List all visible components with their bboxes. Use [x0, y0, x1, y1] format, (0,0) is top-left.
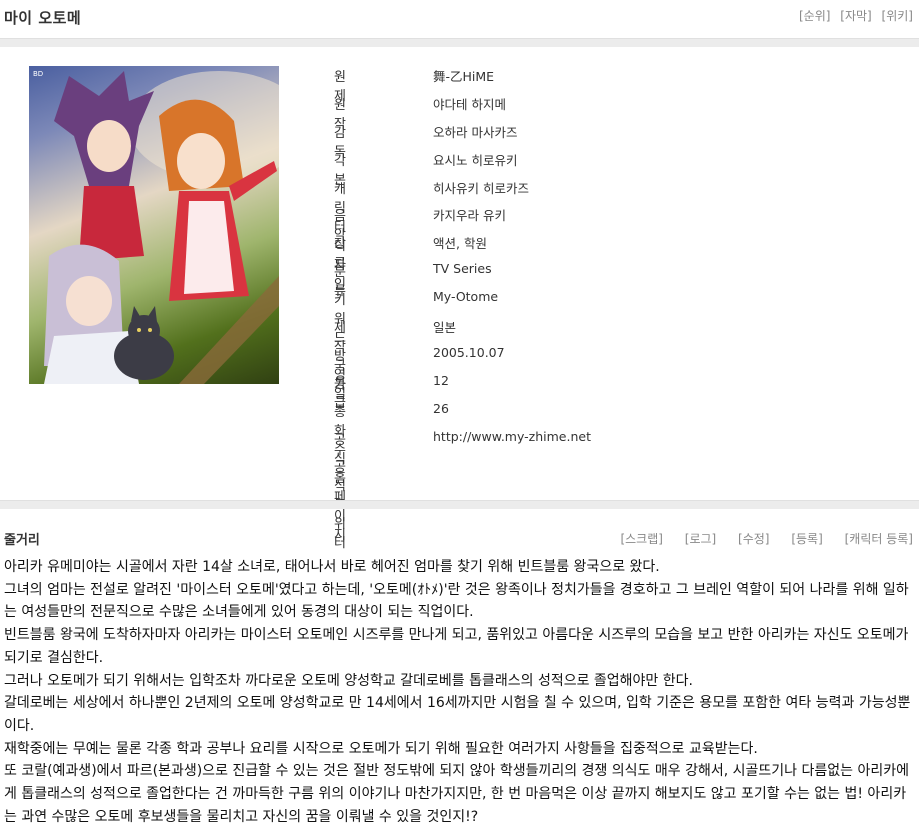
section-divider [0, 500, 919, 509]
info-value: 26 [433, 400, 449, 416]
synopsis-paragraph: 그녀의 엄마는 전설로 알려진 '마이스터 오토메'였다고 하는데, '오토메(… [4, 581, 909, 621]
section-divider [0, 38, 919, 47]
info-value: 카지우라 유키 [433, 208, 506, 224]
info-value: TV Series [433, 261, 492, 277]
synopsis-paragraph: 갈데로베는 세상에서 하나뿐인 2년제의 오토메 양성학교로 만 14세에서 1… [4, 695, 911, 734]
info-value: My-Otome [433, 289, 499, 305]
scrap-link[interactable]: [스크랩] [620, 532, 662, 546]
synopsis-paragraph: 아리카 유메미야는 시골에서 자란 14살 소녀로, 태어나서 바로 헤어진 엄… [4, 559, 660, 575]
character-register-link[interactable]: [캐릭터 등록] [845, 532, 913, 546]
info-value: 일본 [433, 320, 457, 336]
info-value[interactable]: http://www.my-zhime.net [433, 429, 591, 444]
synopsis-paragraph: 재학중에는 무예는 물론 각종 학과 공부나 요리를 시작으로 오토메가 되기 … [4, 740, 758, 757]
info-value: 12 [433, 372, 449, 388]
wiki-link[interactable]: [위키] [882, 9, 913, 23]
top-bar: 마이 오토메 [순위] [자막] [위키] [0, 0, 919, 38]
info-value: 야다테 하지메 [433, 96, 506, 112]
synopsis-links: [스크랩] [로그] [수정] [등록] [캐릭터 등록] [602, 530, 913, 547]
info-value: 舞-乙HiME [433, 69, 495, 84]
synopsis-paragraph: 또 코랄(예과생)에서 파르(본과생)으로 진급할 수 있는 것은 절반 정도밖… [4, 763, 909, 825]
top-links: [순위] [자막] [위키] [793, 7, 913, 24]
page-title: 마이 오토메 [4, 9, 82, 27]
log-link[interactable]: [로그] [685, 532, 716, 546]
poster-image: BD [29, 66, 279, 384]
ranking-link[interactable]: [순위] [799, 9, 830, 23]
bluray-mark: BD [33, 70, 44, 78]
subtitle-link[interactable]: [자막] [840, 9, 871, 23]
info-value: 액션, 학원 [433, 236, 487, 252]
info-value: 히사유키 히로카즈 [433, 180, 529, 196]
synopsis-paragraph: 그러나 오토메가 되기 위해서는 입학조차 까다로운 오토메 양성학교 갈데로베… [4, 672, 693, 689]
synopsis-heading: 줄거리 [4, 533, 40, 548]
synopsis-paragraph: 빈트블룸 왕국에 도착하자마자 아리카는 마이스터 오토메인 시즈루를 만나게 … [4, 627, 909, 666]
synopsis-text: 아리카 유메미야는 시골에서 자란 14살 소녀로, 태어나서 바로 헤어진 엄… [4, 556, 916, 828]
info-value: 2005.10.07 [433, 344, 505, 360]
register-link[interactable]: [등록] [791, 532, 822, 546]
info-value: 오하라 마사카즈 [433, 124, 518, 140]
edit-link[interactable]: [수정] [738, 532, 769, 546]
info-value: 요시노 히로유키 [433, 152, 518, 168]
